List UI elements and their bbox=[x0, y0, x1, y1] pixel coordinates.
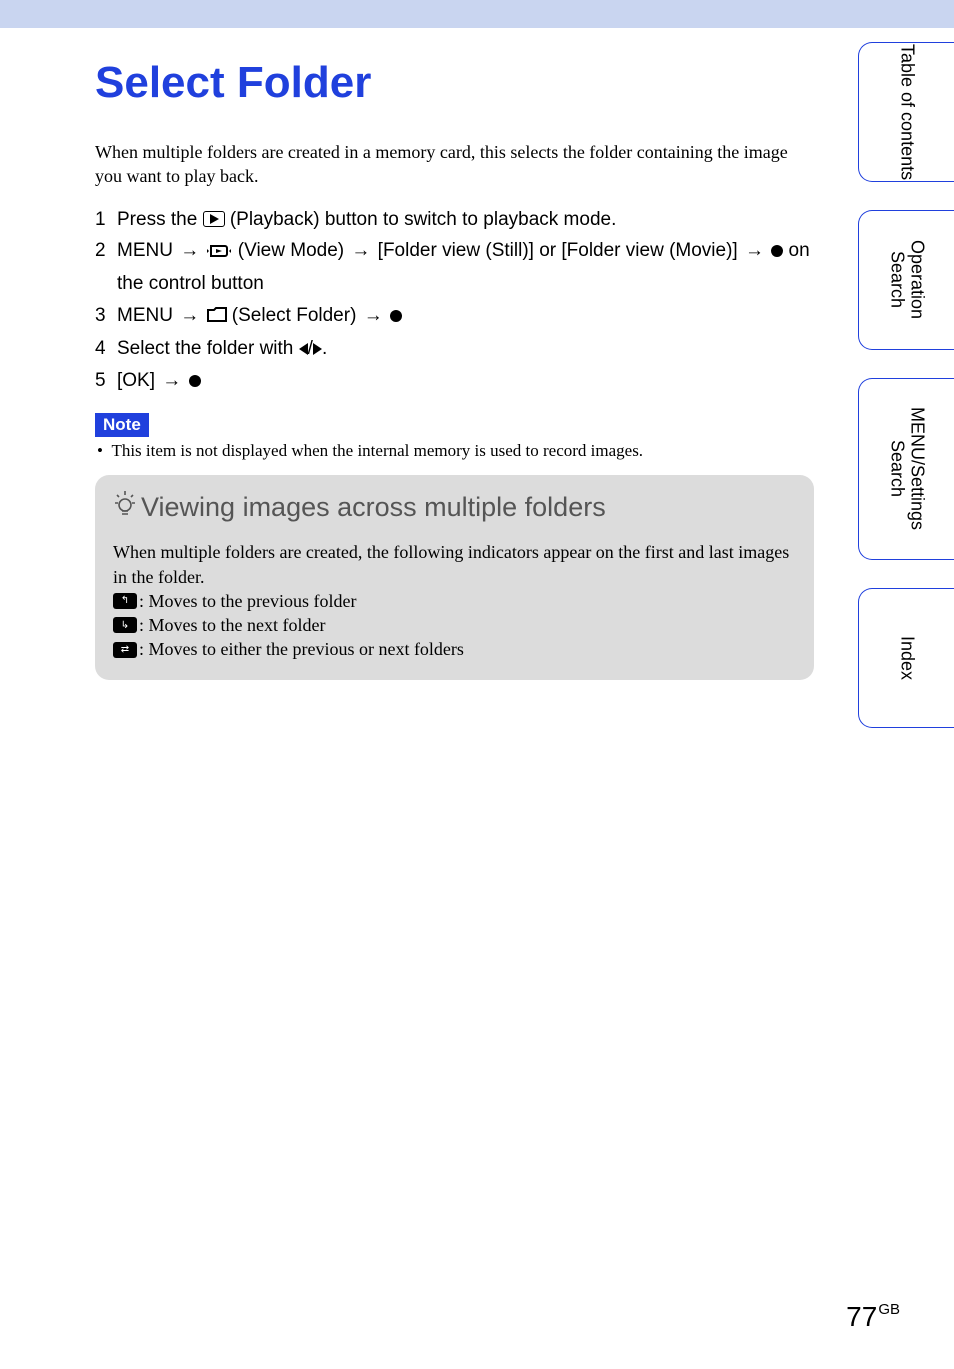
tip-intro: When multiple folders are created, the f… bbox=[113, 540, 796, 589]
arrow-icon: → bbox=[162, 370, 181, 391]
note-text: This item is not displayed when the inte… bbox=[111, 441, 643, 460]
left-arrow-icon bbox=[299, 343, 308, 355]
step-text: MENU bbox=[117, 305, 173, 326]
hint-icon bbox=[113, 489, 137, 526]
step-body: MENU → (View Mode) → [Folder view (Still… bbox=[117, 236, 814, 299]
page-title: Select Folder bbox=[95, 58, 814, 108]
indicator-text: : Moves to the previous folder bbox=[139, 589, 356, 613]
step-text: Press the bbox=[117, 209, 203, 230]
indicator-line: ↰ : Moves to the previous folder bbox=[113, 589, 796, 613]
page-number: 77GB bbox=[846, 1301, 900, 1333]
indicator-text: : Moves to the next folder bbox=[139, 613, 325, 637]
arrow-icon: → bbox=[745, 240, 764, 261]
period: . bbox=[322, 338, 327, 359]
arrow-icon: → bbox=[180, 240, 199, 261]
step-3: 3 MENU → (Select Folder) → bbox=[95, 301, 814, 332]
step-body: Select the folder with /. bbox=[117, 334, 814, 363]
arrow-icon: → bbox=[351, 240, 370, 261]
side-nav: Table of contents Operation Search MENU/… bbox=[858, 42, 954, 728]
tab-operation-search[interactable]: Operation Search bbox=[858, 210, 954, 350]
step-text: [Folder view (Still)] or [Folder view (M… bbox=[378, 240, 738, 261]
center-button-icon bbox=[189, 375, 201, 387]
step-body: Press the (Playback) button to switch to… bbox=[117, 205, 814, 234]
step-number: 3 bbox=[95, 301, 117, 332]
prev-folder-icon: ↰ bbox=[113, 593, 137, 609]
tip-title-text: Viewing images across multiple folders bbox=[141, 492, 606, 523]
both-folder-icon: ⇄ bbox=[113, 642, 137, 658]
view-mode-icon bbox=[207, 240, 233, 269]
step-number: 5 bbox=[95, 366, 117, 395]
step-body: [OK] → bbox=[117, 366, 814, 395]
tip-title: Viewing images across multiple folders bbox=[113, 489, 796, 526]
step-text: (Select Folder) bbox=[232, 305, 357, 326]
indicator-line: ↳ : Moves to the next folder bbox=[113, 613, 796, 637]
page-number-value: 77 bbox=[846, 1301, 877, 1332]
step-number: 1 bbox=[95, 205, 117, 234]
tab-index[interactable]: Index bbox=[858, 588, 954, 728]
playback-icon bbox=[203, 211, 225, 227]
tab-menu-settings-search[interactable]: MENU/Settings Search bbox=[858, 378, 954, 560]
page-region: GB bbox=[878, 1301, 900, 1318]
step-text: Select the folder with bbox=[117, 338, 299, 359]
tip-box: Viewing images across multiple folders W… bbox=[95, 475, 814, 679]
header-bar bbox=[0, 0, 954, 28]
next-folder-icon: ↳ bbox=[113, 617, 137, 633]
center-button-icon bbox=[771, 245, 783, 257]
center-button-icon bbox=[390, 310, 402, 322]
arrow-icon: → bbox=[364, 305, 383, 326]
note-bullet: • This item is not displayed when the in… bbox=[97, 441, 814, 461]
step-text: (Playback) button to switch to playback … bbox=[230, 209, 617, 230]
step-text: MENU bbox=[117, 240, 173, 261]
step-text: (View Mode) bbox=[238, 240, 344, 261]
intro-text: When multiple folders are created in a m… bbox=[95, 140, 814, 189]
step-4: 4 Select the folder with /. bbox=[95, 334, 814, 363]
folder-icon bbox=[207, 303, 227, 332]
note-label: Note bbox=[95, 413, 149, 437]
indicator-text: : Moves to either the previous or next f… bbox=[139, 637, 464, 661]
step-text: [OK] bbox=[117, 370, 155, 391]
indicator-line: ⇄ : Moves to either the previous or next… bbox=[113, 637, 796, 661]
step-number: 4 bbox=[95, 334, 117, 363]
tip-body: When multiple folders are created, the f… bbox=[113, 540, 796, 661]
arrow-icon: → bbox=[180, 305, 199, 326]
main-content: Select Folder When multiple folders are … bbox=[0, 28, 954, 680]
step-number: 2 bbox=[95, 236, 117, 299]
right-arrow-icon bbox=[313, 343, 322, 355]
step-body: MENU → (Select Folder) → bbox=[117, 301, 814, 332]
step-5: 5 [OK] → bbox=[95, 366, 814, 395]
steps-list: 1 Press the (Playback) button to switch … bbox=[95, 205, 814, 396]
step-2: 2 MENU → (View Mode) → [Folder view (Sti… bbox=[95, 236, 814, 299]
tab-table-of-contents[interactable]: Table of contents bbox=[858, 42, 954, 182]
step-1: 1 Press the (Playback) button to switch … bbox=[95, 205, 814, 234]
